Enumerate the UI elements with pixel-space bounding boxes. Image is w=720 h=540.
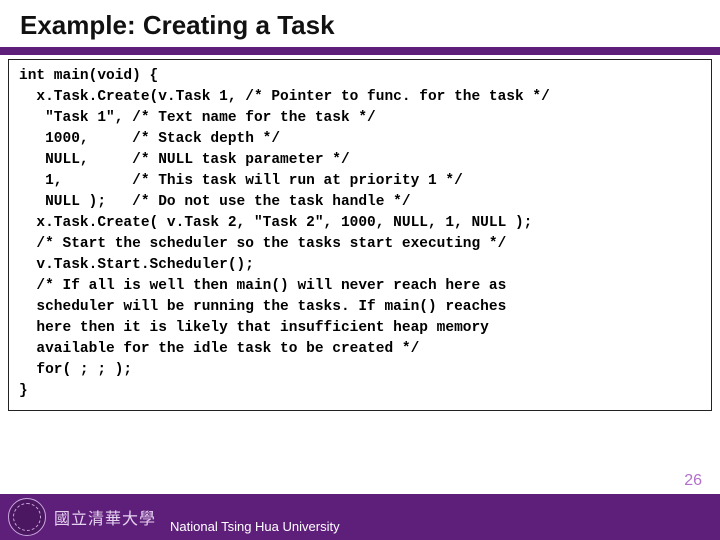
university-logo-icon [8, 498, 46, 536]
footer-bar: 國立清華大學 National Tsing Hua University [0, 494, 720, 540]
slide-title: Example: Creating a Task [20, 10, 700, 41]
page-number: 26 [684, 472, 702, 490]
code-block: int main(void) { x.Task.Create(v.Task 1,… [8, 59, 712, 411]
title-divider-bar [0, 47, 720, 55]
footer-text: National Tsing Hua University [170, 519, 340, 534]
title-area: Example: Creating a Task [0, 0, 720, 47]
footer-calligraphy: 國立清華大學 [54, 505, 156, 529]
